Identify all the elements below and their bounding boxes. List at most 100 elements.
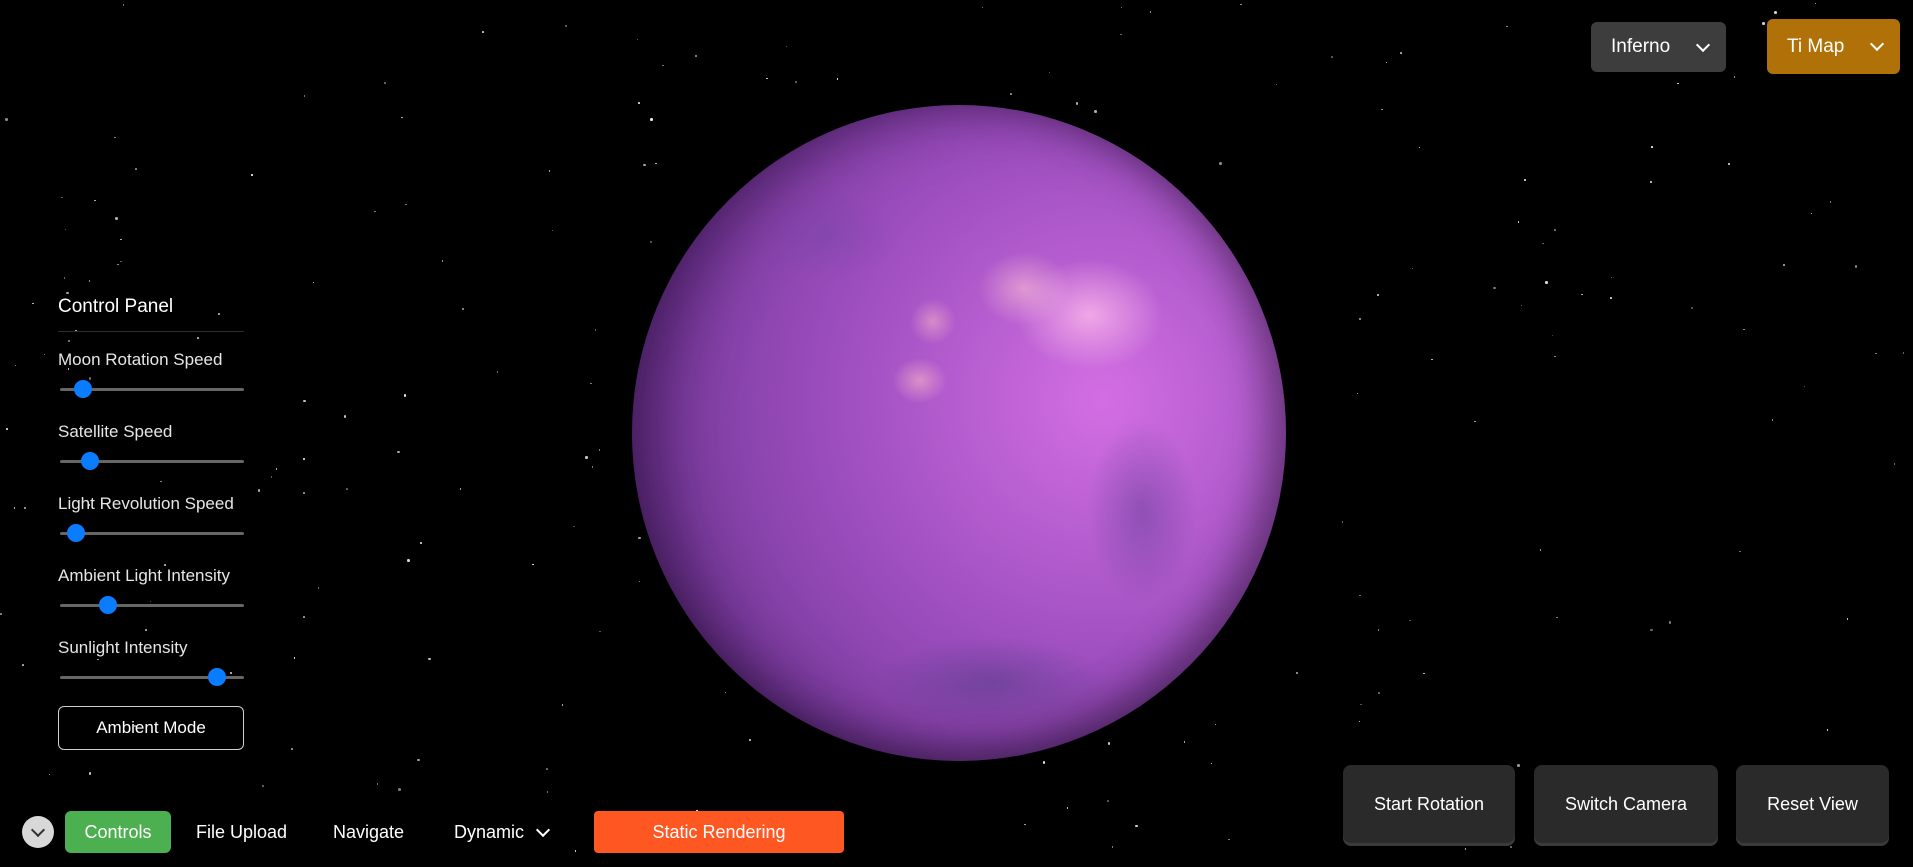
star xyxy=(1120,6,1123,9)
star xyxy=(312,281,315,284)
star xyxy=(1545,281,1548,284)
star xyxy=(1810,212,1813,215)
star xyxy=(1111,846,1114,848)
star xyxy=(120,260,122,263)
star xyxy=(417,758,420,762)
dynamic-dropdown[interactable]: Dynamic xyxy=(454,811,551,853)
star xyxy=(48,773,51,776)
star xyxy=(496,371,499,373)
star xyxy=(591,466,594,468)
moon-rotation-speed-slider[interactable] xyxy=(58,374,244,404)
star xyxy=(1517,764,1520,767)
star xyxy=(1902,352,1905,354)
star xyxy=(573,525,575,528)
star xyxy=(1854,265,1858,268)
star xyxy=(1651,146,1653,148)
star xyxy=(374,210,376,213)
star xyxy=(1554,229,1556,231)
ambient-mode-button[interactable]: Ambient Mode xyxy=(58,706,244,750)
star xyxy=(43,353,46,356)
sunlight-intensity-slider[interactable] xyxy=(58,662,244,692)
star xyxy=(1418,146,1421,149)
light-revolution-speed-slider[interactable] xyxy=(58,518,244,548)
star xyxy=(1120,33,1122,36)
star xyxy=(0,613,2,615)
star xyxy=(257,489,261,492)
star xyxy=(1210,762,1213,765)
star xyxy=(63,277,65,279)
star xyxy=(1331,56,1333,58)
star xyxy=(1493,286,1496,289)
star xyxy=(66,291,69,295)
star xyxy=(1510,846,1512,848)
slider-thumb[interactable] xyxy=(67,524,86,542)
star xyxy=(548,170,551,172)
star xyxy=(115,217,118,220)
switch-camera-button[interactable]: Switch Camera xyxy=(1534,765,1718,843)
control-panel: Control Panel Moon Rotation Speed Satell… xyxy=(58,296,244,750)
slider-thumb[interactable] xyxy=(208,668,227,686)
controls-tab[interactable]: Controls xyxy=(65,811,171,853)
star xyxy=(270,476,273,478)
star xyxy=(1875,352,1877,355)
slider-thumb[interactable] xyxy=(98,596,117,614)
star xyxy=(293,657,296,659)
star xyxy=(981,6,984,9)
collapse-toolbar-button[interactable] xyxy=(22,816,54,848)
slider-thumb[interactable] xyxy=(73,380,92,398)
star xyxy=(599,630,601,633)
satellite-speed-slider[interactable] xyxy=(58,446,244,476)
star xyxy=(407,559,410,562)
slider-label: Satellite Speed xyxy=(58,422,173,441)
star xyxy=(317,587,320,589)
star xyxy=(1893,463,1896,465)
slider-label: Moon Rotation Speed xyxy=(58,350,223,369)
chevron-down-icon xyxy=(1869,36,1885,52)
reset-view-button[interactable]: Reset View xyxy=(1736,765,1889,843)
star xyxy=(1739,550,1741,553)
star xyxy=(1359,318,1361,320)
star xyxy=(1728,163,1730,165)
star xyxy=(1650,628,1653,632)
star xyxy=(1554,355,1556,358)
star xyxy=(383,81,387,85)
file-upload-tab[interactable]: File Upload xyxy=(196,811,287,853)
static-rendering-button[interactable]: Static Rendering xyxy=(594,811,844,853)
star xyxy=(6,428,8,430)
star xyxy=(32,302,34,305)
slider-track[interactable] xyxy=(60,604,244,607)
star xyxy=(1295,671,1299,675)
moon-viewport[interactable] xyxy=(632,105,1286,761)
star xyxy=(1106,799,1110,803)
star xyxy=(1385,61,1388,64)
slider-track[interactable] xyxy=(60,532,244,535)
star xyxy=(428,657,431,661)
star xyxy=(1803,385,1806,388)
moon-sphere[interactable] xyxy=(632,105,1286,761)
star xyxy=(1774,11,1777,14)
slider-label: Ambient Light Intensity xyxy=(58,566,230,585)
ambient-light-intensity-slider[interactable] xyxy=(58,590,244,620)
star xyxy=(1556,616,1558,619)
slider-label: Sunlight Intensity xyxy=(58,638,188,657)
star xyxy=(303,458,305,460)
colormap-dropdown[interactable]: Inferno xyxy=(1591,22,1726,72)
star xyxy=(1782,263,1786,267)
chevron-down-icon xyxy=(1695,37,1711,52)
map-dropdown[interactable]: Ti Map xyxy=(1767,19,1900,74)
star xyxy=(1431,358,1433,361)
navigate-tab[interactable]: Navigate xyxy=(333,811,404,853)
slider-thumb[interactable] xyxy=(80,452,99,470)
star xyxy=(303,616,305,618)
star xyxy=(1378,692,1380,694)
star xyxy=(303,492,305,494)
chevron-down-icon xyxy=(30,822,46,837)
star xyxy=(1135,824,1138,828)
start-rotation-button[interactable]: Start Rotation xyxy=(1343,765,1515,843)
star xyxy=(561,704,564,706)
slider-light-revolution-speed: Light Revolution Speed xyxy=(58,494,244,548)
star xyxy=(1464,848,1467,850)
star xyxy=(1381,108,1383,110)
star xyxy=(1846,618,1849,620)
star xyxy=(482,31,484,33)
